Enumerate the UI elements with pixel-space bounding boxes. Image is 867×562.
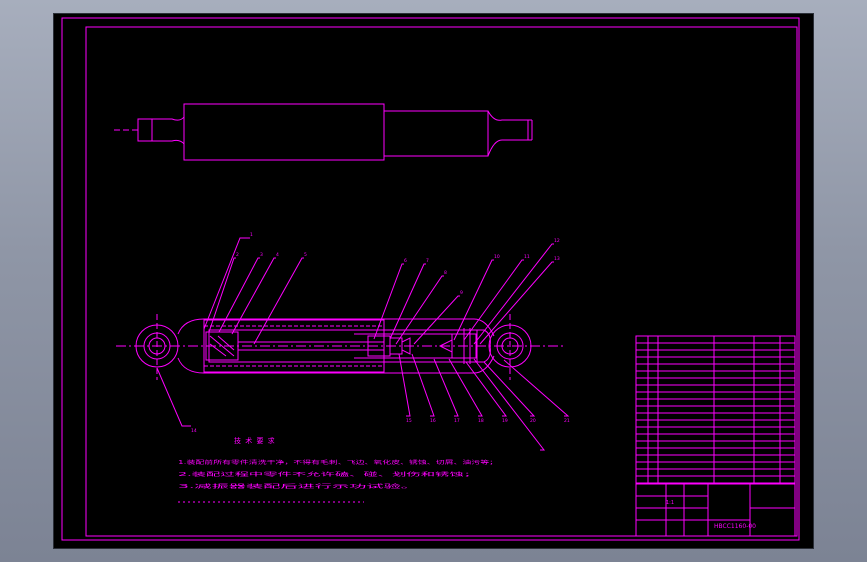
balloon-9: 9 bbox=[460, 290, 463, 296]
balloon-1: 1 bbox=[250, 232, 253, 238]
balloon-4: 4 bbox=[276, 252, 279, 258]
balloon-11: 11 bbox=[524, 254, 530, 260]
balloon-6: 6 bbox=[404, 258, 407, 264]
balloon-19: 19 bbox=[502, 418, 508, 424]
balloon-2: 2 bbox=[236, 252, 239, 258]
note-2: 2.装配过程中零件不允许磕、碰、划伤和锈蚀； bbox=[178, 471, 478, 478]
balloon-8: 8 bbox=[444, 270, 447, 276]
cad-viewport[interactable]: 1 2 3 4 5 6 7 8 9 10 11 12 13 14 15 16 17 18 19 20 21 技 术 要 … bbox=[54, 14, 813, 548]
balloon-13: 13 bbox=[554, 256, 560, 262]
balloon-10: 10 bbox=[494, 254, 500, 260]
balloon-20: 20 bbox=[530, 418, 536, 424]
balloon-15: 15 bbox=[406, 418, 412, 424]
drawing-number: HBCC1160-00 bbox=[714, 523, 756, 530]
balloon-21: 21 bbox=[564, 418, 570, 424]
balloon-14: 14 bbox=[191, 428, 197, 434]
exterior-view bbox=[114, 103, 533, 161]
balloon-7: 7 bbox=[426, 258, 429, 264]
note-3: 3.减振器装配后进行示功试验。 bbox=[178, 483, 418, 490]
balloon-17: 17 bbox=[454, 418, 460, 424]
balloon-12: 12 bbox=[554, 238, 560, 244]
parts-list: HBCC1160-00 1:1 bbox=[635, 335, 796, 537]
balloon-5: 5 bbox=[304, 252, 307, 258]
scale-label: 1:1 bbox=[666, 500, 674, 506]
shock-absorber-drawing: 12 3 4 56 78910 1112131415 16 17 18 19 20 21 技 术 要 … bbox=[61, 17, 800, 541]
balloon-16: 16 bbox=[430, 418, 436, 424]
technical-notes: 1.装配前所有零件清洗干净，不得有毛刺、飞边、氧化皮、锈蚀、切屑、油污等； 2.… bbox=[178, 459, 498, 490]
note-1: 1.装配前所有零件清洗干净，不得有毛刺、飞边、氧化皮、锈蚀、切屑、油污等； bbox=[178, 459, 498, 466]
notes-heading: 技 术 要 求 bbox=[234, 436, 276, 445]
balloon-18: 18 bbox=[478, 418, 484, 424]
balloon-3: 3 bbox=[260, 252, 263, 258]
section-view bbox=[116, 314, 564, 380]
